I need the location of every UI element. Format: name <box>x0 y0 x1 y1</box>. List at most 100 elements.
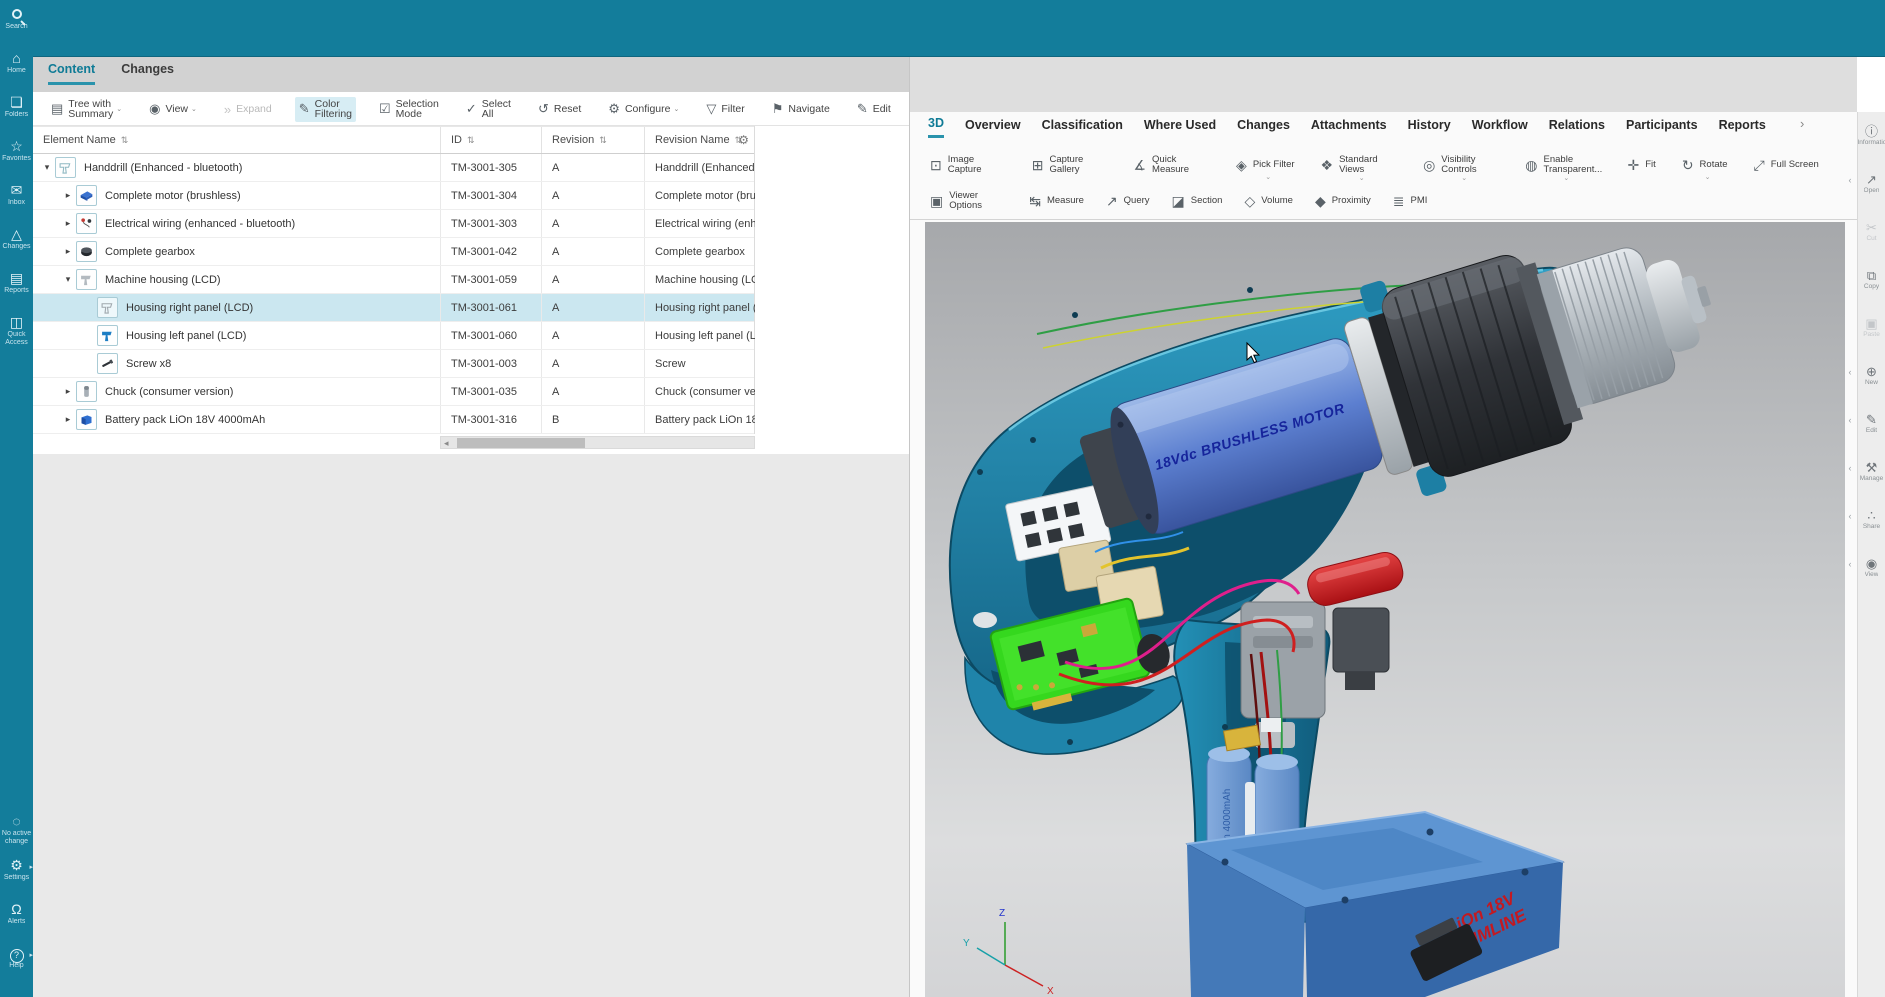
column-header-id[interactable]: ID⇅ <box>440 127 541 153</box>
paste-command[interactable]: ▣Paste <box>1858 316 1885 364</box>
rail-item-no-active-change[interactable]: ◌No active change <box>0 813 33 857</box>
filter-button[interactable]: ▽Filter <box>702 99 748 119</box>
share-command[interactable]: ‹∴Share <box>1858 508 1885 556</box>
measure-button[interactable]: ↹Measure <box>1029 193 1084 210</box>
3d-viewport[interactable]: 18Vdc BRUSHLESS MOTOR <box>925 222 1845 997</box>
image-capture-button[interactable]: ⊡Image Capture <box>930 155 1006 175</box>
tab-attachments[interactable]: Attachments <box>1311 118 1387 137</box>
panel-handle-chevron-icon[interactable]: ‹ <box>1849 367 1852 377</box>
row-expand-caret-icon[interactable]: ▸ <box>60 218 76 229</box>
table-row[interactable]: Screw x8TM-3001-003AScrew <box>33 350 754 378</box>
fit-button[interactable]: ✛Fit <box>1628 157 1656 174</box>
tab-reports[interactable]: Reports <box>1719 118 1766 137</box>
manage-command[interactable]: ‹⚒Manage <box>1858 460 1885 508</box>
column-header-revision[interactable]: Revision⇅ <box>541 127 644 153</box>
select-all-button[interactable]: ✓Select All <box>462 97 515 122</box>
rail-item-inbox[interactable]: ✉Inbox <box>0 182 33 226</box>
table-row[interactable]: ▸Electrical wiring (enhanced - bluetooth… <box>33 210 754 238</box>
volume-button[interactable]: ◇Volume <box>1244 193 1292 210</box>
selection-mode-button[interactable]: ☑Selection Mode <box>375 97 443 122</box>
row-expand-caret-icon[interactable]: ▸ <box>60 414 76 425</box>
rail-item-home[interactable]: ⌂Home <box>0 50 33 94</box>
table-row[interactable]: ▸Complete motor (brushless)TM-3001-304AC… <box>33 182 754 210</box>
rail-item-changes[interactable]: △Changes <box>0 226 33 270</box>
rail-item-folders[interactable]: ❏Folders <box>0 94 33 138</box>
quick-measure-button[interactable]: ∡Quick Measure <box>1133 155 1210 175</box>
enable-transparent--button[interactable]: ◍Enable Transparent...⌄ <box>1525 155 1601 175</box>
scrollbar-thumb[interactable] <box>457 438 585 448</box>
viewer-button-label: Full Screen <box>1771 160 1819 170</box>
panel-handle-chevron-icon[interactable]: ‹ <box>1849 559 1852 569</box>
tab-overview[interactable]: Overview <box>965 118 1021 137</box>
section-button[interactable]: ◪Section <box>1172 193 1223 210</box>
table-row[interactable]: ▸Complete gearboxTM-3001-042AComplete ge… <box>33 238 754 266</box>
reset-button[interactable]: ↺Reset <box>534 99 585 119</box>
column-header-element-name[interactable]: Element Name⇅ <box>33 127 440 153</box>
view-command[interactable]: ‹◉View <box>1858 556 1885 604</box>
rail-item-favorites[interactable]: ☆Favorites <box>0 138 33 182</box>
information-command[interactable]: ⓘInformation <box>1858 124 1885 172</box>
sort-icon[interactable]: ⇅ <box>121 135 129 146</box>
tab-participants[interactable]: Participants <box>1626 118 1698 137</box>
pick-filter-button[interactable]: ◈Pick Filter⌄ <box>1236 157 1294 174</box>
tab-classification[interactable]: Classification <box>1042 118 1123 137</box>
edit-command[interactable]: ‹✎Edit <box>1858 412 1885 460</box>
pmi-button[interactable]: ≣PMI <box>1393 193 1428 210</box>
table-settings-gear-icon[interactable]: ⚙ <box>738 133 749 147</box>
edit-button[interactable]: ✎Edit <box>853 99 895 119</box>
copy-command[interactable]: ⧉Copy <box>1858 268 1885 316</box>
visibility-controls-button[interactable]: ◎Visibility Controls⌄ <box>1423 155 1499 175</box>
table-row[interactable]: ▾Machine housing (LCD)TM-3001-059AMachin… <box>33 266 754 294</box>
rail-item-help[interactable]: ?Help▸ <box>0 945 33 989</box>
view-button[interactable]: ◉View⌄ <box>145 99 201 119</box>
row-expand-caret-icon[interactable]: ▸ <box>60 386 76 397</box>
expand-button[interactable]: »Expand <box>220 100 276 119</box>
full-screen-button[interactable]: ⤢Full Screen <box>1754 157 1819 174</box>
tab-relations[interactable]: Relations <box>1549 118 1605 137</box>
panel-handle-chevron-icon[interactable]: ‹ <box>1849 511 1852 521</box>
panel-handle-chevron-icon[interactable]: ‹ <box>1849 463 1852 473</box>
cut-command[interactable]: ✂Cut <box>1858 220 1885 268</box>
table-row[interactable]: ▾Handdrill (Enhanced - bluetooth)TM-3001… <box>33 154 754 182</box>
rail-item-alerts[interactable]: ΩAlerts <box>0 901 33 945</box>
panel-handle-chevron-icon[interactable]: ‹ <box>1849 175 1852 185</box>
sort-icon[interactable]: ⇅ <box>599 135 607 146</box>
viewer-options-button[interactable]: ▣Viewer Options <box>930 191 1007 211</box>
row-expand-caret-icon[interactable]: ▾ <box>60 274 76 285</box>
table-row[interactable]: ▸Battery pack LiOn 18V 4000mAhTM-3001-31… <box>33 406 754 434</box>
scroll-left-arrow-icon[interactable]: ◂ <box>444 437 449 449</box>
tab-changes[interactable]: Changes <box>121 62 174 85</box>
tabs-overflow-chevron-icon[interactable]: › <box>1800 116 1804 131</box>
proximity-button[interactable]: ◆Proximity <box>1315 193 1371 210</box>
rail-item-settings[interactable]: ⚙Settings▸ <box>0 857 33 901</box>
row-expand-caret-icon[interactable]: ▾ <box>39 162 55 173</box>
rotate-button[interactable]: ↻Rotate⌄ <box>1682 157 1728 174</box>
tab-workflow[interactable]: Workflow <box>1472 118 1528 137</box>
new-command[interactable]: ‹⊕New <box>1858 364 1885 412</box>
panel-handle-chevron-icon[interactable]: ‹ <box>1849 415 1852 425</box>
rail-item-quick-access[interactable]: ◫Quick Access <box>0 314 33 358</box>
row-expand-caret-icon[interactable]: ▸ <box>60 190 76 201</box>
table-row[interactable]: Housing left panel (LCD)TM-3001-060AHous… <box>33 322 754 350</box>
command-label: Manage <box>1860 475 1884 482</box>
standard-views-button[interactable]: ❖Standard Views⌄ <box>1321 155 1398 175</box>
sort-icon[interactable]: ⇅ <box>467 135 475 146</box>
capture-gallery-button[interactable]: ⊞Capture Gallery <box>1032 155 1108 175</box>
row-expand-caret-icon[interactable]: ▸ <box>60 246 76 257</box>
navigate-button[interactable]: ⚑Navigate <box>768 99 834 119</box>
horizontal-scrollbar[interactable]: ◂ <box>440 436 755 449</box>
tab-where-used[interactable]: Where Used <box>1144 118 1216 137</box>
tab-content[interactable]: Content <box>48 62 95 85</box>
rail-item-reports[interactable]: ▤Reports <box>0 270 33 314</box>
tab-3d[interactable]: 3D <box>928 116 944 138</box>
table-row[interactable]: ▸Chuck (consumer version)TM-3001-035AChu… <box>33 378 754 406</box>
color-filtering-button[interactable]: ✎Color Filtering <box>295 97 356 122</box>
open-command[interactable]: ‹↗Open <box>1858 172 1885 220</box>
tab-history[interactable]: History <box>1408 118 1451 137</box>
table-row[interactable]: Housing right panel (LCD)TM-3001-061AHou… <box>33 294 754 322</box>
query-button[interactable]: ↗Query <box>1106 193 1150 210</box>
configure-button[interactable]: ⚙Configure⌄ <box>604 99 683 119</box>
tree-with-summary-button[interactable]: ▤Tree with Summary⌄ <box>47 97 126 122</box>
tab-changes[interactable]: Changes <box>1237 118 1290 137</box>
rail-item-search[interactable]: Search <box>0 6 33 50</box>
